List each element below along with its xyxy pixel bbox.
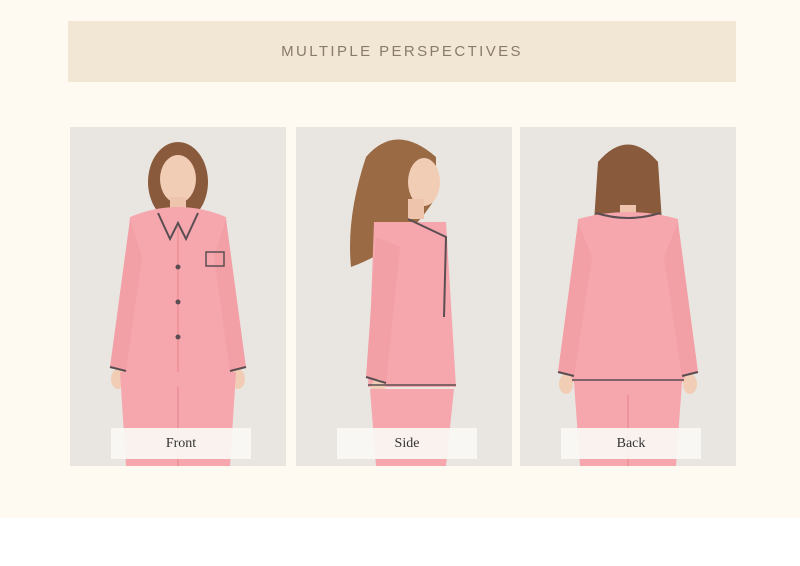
- model-side-image: [296, 127, 512, 466]
- model-front-image: [70, 127, 286, 466]
- product-photo-back: Back: [520, 127, 736, 466]
- caption-back: Back: [561, 428, 701, 459]
- caption-front: Front: [111, 428, 251, 459]
- product-photo-side: Side: [296, 127, 512, 466]
- product-photo-front: Front: [70, 127, 286, 466]
- section-title: MULTIPLE PERSPECTIVES: [281, 43, 523, 60]
- caption-side: Side: [337, 428, 477, 459]
- bottom-spacer: [0, 518, 800, 566]
- model-back-image: [520, 127, 736, 466]
- header-band: MULTIPLE PERSPECTIVES: [68, 21, 736, 82]
